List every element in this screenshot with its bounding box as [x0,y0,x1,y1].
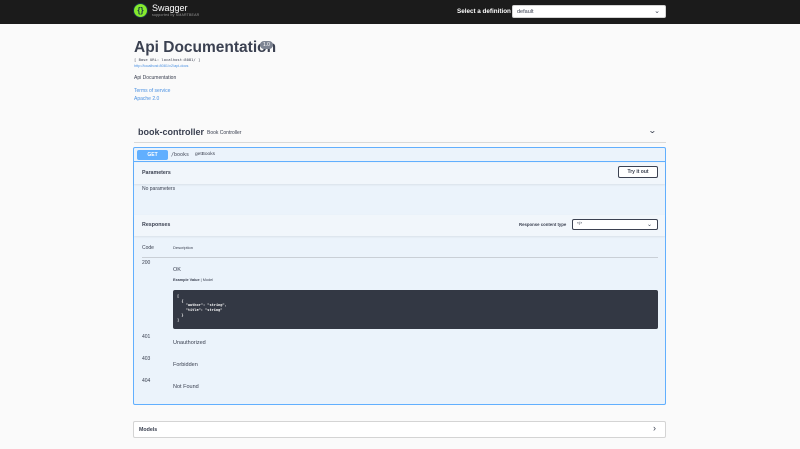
response-description: Not Found [173,384,199,390]
responses-title: Responses [142,222,171,228]
response-code: 200 [142,260,151,266]
definition-select[interactable]: default ⌄ [512,5,666,18]
content-type-value: */* [577,222,583,227]
method-badge: GET [137,150,168,160]
parameters-header: Parameters Try it out [134,163,665,184]
tag-name: book-controller [138,127,205,137]
logo-title: Swagger [152,2,188,13]
chevron-down-icon: ⌄ [646,222,652,228]
definition-label: Select a definition [457,8,511,15]
operation-summary[interactable]: GET /books getBooks [134,148,665,162]
try-it-out-button[interactable]: Try it out [618,166,658,178]
api-docs-link[interactable]: http://localhost:8081/v2/api-docs [134,64,188,68]
swagger-logo-icon: {} [133,3,148,18]
logo-subtitle: supported by SMARTBEAR [152,12,200,17]
column-header-description: Description [173,245,194,250]
chevron-right-icon[interactable]: › [653,423,656,433]
version-badge: 1.0 [260,41,273,49]
table-divider [142,257,658,258]
license-link[interactable]: Apache 2.0 [134,96,159,102]
chevron-down-icon: ⌄ [654,8,660,15]
response-content-type-label: Response content type [519,222,567,227]
base-url: [ Base URL: localhost:8081/ ] [134,57,201,62]
swagger-logo[interactable]: {} Swagger supported by SMARTBEAR [133,3,199,18]
response-code: 401 [142,334,151,340]
models-section[interactable]: Models › [133,421,666,438]
response-code: 404 [142,378,151,384]
parameters-title: Parameters [142,170,171,176]
models-title: Models [139,427,158,433]
response-description: Unauthorized [173,340,206,346]
page-title: Api Documentation [134,39,277,56]
example-model-tabs: Example Value | Model [173,278,214,282]
no-parameters-text: No parameters [142,186,176,192]
response-description: OK [173,267,181,273]
tab-example-value[interactable]: Example Value [173,278,200,282]
api-description: Api Documentation [134,75,177,81]
response-description: Forbidden [173,362,198,368]
tab-model[interactable]: Model [203,278,213,282]
example-json-block: [ { "author": "string", "title": "string… [173,290,658,329]
definition-value: default [517,9,534,15]
tag-description: Book Controller [207,130,242,136]
operation-summary-text: getBooks [195,152,216,157]
column-header-code: Code [142,245,154,251]
response-code: 403 [142,356,151,362]
operation-get-books: GET /books getBooks Parameters Try it ou… [133,147,666,405]
tag-book-controller[interactable]: book-controller Book Controller ⌄ [134,124,666,143]
operation-path: /books [171,152,190,158]
response-content-type-select[interactable]: */* ⌄ [572,219,658,230]
terms-of-service-link[interactable]: Terms of service [134,88,170,94]
chevron-down-icon[interactable]: ⌄ [648,126,657,135]
topbar: {} Swagger supported by SMARTBEAR Select… [0,0,800,24]
